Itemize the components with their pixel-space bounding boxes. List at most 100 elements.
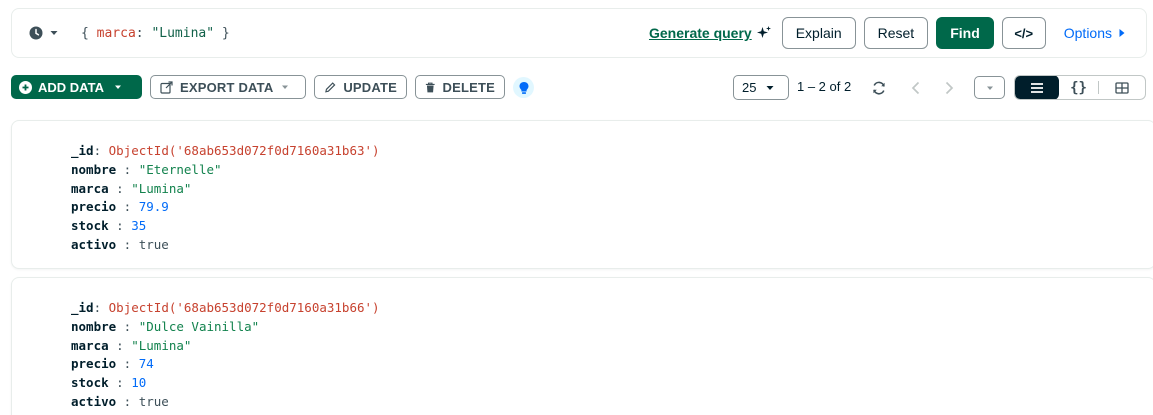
export-to-language-button[interactable]: </>: [1001, 17, 1046, 49]
field-row-_id: _id: ObjectId('68ab653d072f0d7160a31b66'…: [71, 299, 380, 318]
json-view-button[interactable]: {}: [1059, 76, 1099, 99]
field-separator: :: [116, 318, 139, 334]
field-key: precio: [71, 199, 117, 215]
field-value[interactable]: 10: [131, 375, 146, 390]
field-row-_id: _id: ObjectId('68ab653d072f0d7160a31b63'…: [71, 142, 380, 161]
delete-button[interactable]: DELETE: [415, 75, 505, 99]
document-fields: _id: ObjectId('68ab653d072f0d7160a31b63'…: [71, 142, 380, 255]
document-card[interactable]: _id: ObjectId('68ab653d072f0d7160a31b63'…: [11, 120, 1153, 269]
page-size-value: 25: [742, 80, 757, 95]
export-icon: [160, 80, 173, 94]
next-page-button[interactable]: [941, 75, 957, 100]
field-row-activo: activo : true: [71, 236, 380, 255]
chevron-right-icon: [945, 81, 954, 94]
field-value[interactable]: "Lumina": [131, 338, 191, 353]
options-toggle[interactable]: Options: [1064, 25, 1126, 41]
field-key: activo: [71, 236, 117, 252]
caret-down-icon: [50, 31, 58, 35]
previous-page-button[interactable]: [908, 75, 924, 100]
field-key: precio: [71, 356, 117, 372]
tips-button[interactable]: [513, 77, 534, 98]
field-separator: :: [108, 375, 132, 391]
caret-down-icon: [986, 86, 993, 90]
view-options-dropdown[interactable]: [974, 76, 1005, 99]
reset-button[interactable]: Reset: [863, 17, 929, 49]
field-separator: :: [116, 393, 139, 409]
field-key: stock: [71, 218, 109, 234]
field-row-stock: stock : 10: [71, 374, 380, 393]
add-data-button[interactable]: ADD DATA: [11, 75, 142, 99]
list-view-button[interactable]: [1015, 76, 1059, 99]
field-separator: :: [108, 337, 132, 353]
field-value[interactable]: 74: [139, 356, 154, 371]
field-value[interactable]: "Eternelle": [139, 162, 222, 177]
document-fields: _id: ObjectId('68ab653d072f0d7160a31b66'…: [71, 299, 380, 412]
field-separator: :: [116, 356, 139, 372]
field-value[interactable]: ObjectId('68ab653d072f0d7160a31b63'): [109, 143, 380, 158]
field-key: marca: [71, 180, 109, 196]
clock-icon: [29, 26, 43, 40]
query-history-button[interactable]: [29, 26, 61, 40]
explain-button[interactable]: Explain: [781, 17, 856, 49]
field-key: marca: [71, 337, 109, 353]
field-row-precio: precio : 79.9: [71, 198, 380, 217]
caret-down-icon: [114, 85, 121, 89]
delete-label: DELETE: [442, 79, 495, 95]
filter-value: "Lumina": [151, 25, 215, 41]
filter-colon: :: [135, 25, 152, 41]
query-actions: Generate query Explain Reset Find </> Op…: [649, 9, 1146, 57]
document-card[interactable]: _id: ObjectId('68ab653d072f0d7160a31b66'…: [11, 277, 1153, 415]
field-row-marca: marca : "Lumina": [71, 337, 380, 356]
field-separator: :: [108, 180, 132, 196]
field-value[interactable]: "Dulce Vainilla": [139, 319, 259, 334]
find-button[interactable]: Find: [936, 17, 994, 49]
field-row-activo: activo : true: [71, 393, 380, 412]
field-value[interactable]: ObjectId('68ab653d072f0d7160a31b66'): [109, 300, 380, 315]
field-separator: :: [116, 199, 139, 215]
field-key: nombre: [71, 318, 117, 334]
field-value[interactable]: 79.9: [139, 199, 169, 214]
field-row-nombre: nombre : "Dulce Vainilla": [71, 318, 380, 337]
field-separator: :: [93, 143, 109, 158]
field-separator: :: [93, 300, 109, 315]
query-bar: { marca: "Lumina" } Generate query Expla…: [11, 8, 1147, 58]
filter-open: {: [81, 25, 97, 41]
sparkle-icon: [756, 26, 771, 38]
list-icon: [1030, 82, 1043, 93]
field-separator: :: [116, 161, 139, 177]
generate-query-label: Generate query: [648, 25, 752, 41]
update-button[interactable]: UPDATE: [314, 75, 407, 99]
update-label: UPDATE: [343, 79, 397, 95]
refresh-button[interactable]: [869, 75, 889, 100]
field-key: stock: [71, 375, 109, 391]
field-key: activo: [71, 393, 117, 409]
page-size-select[interactable]: 25: [733, 75, 789, 100]
field-key: _id: [71, 300, 94, 315]
table-icon: [1115, 81, 1129, 94]
field-row-stock: stock : 35: [71, 217, 380, 236]
field-value[interactable]: true: [139, 237, 169, 252]
field-value[interactable]: true: [139, 394, 169, 409]
caret-down-icon: [766, 85, 774, 90]
field-row-nombre: nombre : "Eternelle": [71, 161, 380, 180]
field-value[interactable]: "Lumina": [131, 181, 191, 196]
export-data-button[interactable]: EXPORT DATA: [150, 75, 306, 99]
field-separator: :: [108, 218, 132, 234]
table-view-button[interactable]: [1099, 76, 1145, 99]
options-label: Options: [1063, 25, 1112, 41]
export-data-label: EXPORT DATA: [180, 79, 274, 95]
caret-down-icon: [282, 85, 289, 89]
filter-key: marca: [96, 25, 136, 41]
generate-query-link[interactable]: Generate query: [649, 25, 772, 41]
field-row-marca: marca : "Lumina": [71, 180, 380, 199]
documents-toolbar: ADD DATA EXPORT DATA UPDATE DELETE 25 1 …: [11, 75, 1147, 100]
field-value[interactable]: 35: [131, 218, 146, 233]
view-switcher: {}: [1014, 75, 1146, 100]
filter-close: }: [214, 25, 230, 41]
chevron-left-icon: [911, 81, 920, 94]
pagination-range: 1 – 2 of 2: [797, 79, 852, 94]
field-key: _id: [71, 143, 94, 158]
trash-icon: [425, 82, 435, 92]
pencil-icon: [325, 81, 336, 93]
query-filter-input[interactable]: { marca: "Lumina" }: [81, 26, 230, 41]
